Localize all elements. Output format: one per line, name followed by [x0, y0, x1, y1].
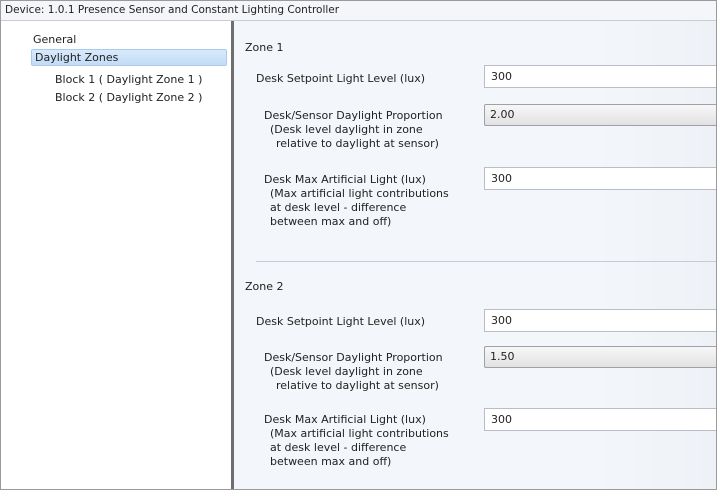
- zone-1-title: Zone 1: [245, 41, 284, 54]
- zone-2-proportion-title: Desk/Sensor Daylight Proportion: [264, 351, 443, 364]
- zone-1-proportion-label: Desk/Sensor Daylight Proportion (Desk le…: [264, 109, 443, 151]
- zone-2-max-light-label: Desk Max Artificial Light (lux) (Max art…: [264, 413, 449, 469]
- zone-2-max-light-desc-2: at desk level - difference: [270, 441, 407, 454]
- zone-1-max-light-desc-3: between max and off): [270, 215, 392, 228]
- app-window: Device: 1.0.1 Presence Sensor and Consta…: [0, 0, 717, 490]
- zone-1-max-light-title: Desk Max Artificial Light (lux): [264, 173, 426, 186]
- sidebar-item-daylight-zones[interactable]: Daylight Zones: [31, 49, 227, 66]
- zone-2-setpoint-label: Desk Setpoint Light Level (lux): [256, 315, 426, 328]
- zone-2-proportion-select[interactable]: 1.50: [484, 346, 716, 368]
- zone-1-setpoint-input[interactable]: 300: [484, 65, 716, 88]
- zone-1-max-light-input[interactable]: 300: [484, 167, 716, 190]
- zone-2-proportion-desc-1: (Desk level daylight in zone: [270, 365, 423, 378]
- zone-2-max-light-desc-1: (Max artificial light contributions: [270, 427, 449, 440]
- sidebar-item-block-1[interactable]: Block 1 ( Daylight Zone 1 ): [55, 72, 202, 88]
- parameter-panel: Zone 1 Desk Setpoint Light Level (lux) 3…: [234, 21, 716, 489]
- zone-1-max-light-desc-2: at desk level - difference: [270, 201, 407, 214]
- window-title: Device: 1.0.1 Presence Sensor and Consta…: [1, 1, 716, 21]
- zone-2-max-light-input[interactable]: 300: [484, 408, 716, 431]
- zone-2-setpoint-input[interactable]: 300: [484, 309, 716, 332]
- zone-2-proportion-desc-2: relative to daylight at sensor): [276, 379, 439, 392]
- zone-1-proportion-desc-2: relative to daylight at sensor): [276, 137, 439, 150]
- zone-2-proportion-label: Desk/Sensor Daylight Proportion (Desk le…: [264, 351, 443, 393]
- zone-2-max-light-title: Desk Max Artificial Light (lux): [264, 413, 426, 426]
- zone-1-max-light-label: Desk Max Artificial Light (lux) (Max art…: [264, 173, 449, 229]
- zone-1-setpoint-label: Desk Setpoint Light Level (lux): [256, 72, 426, 85]
- sidebar-tree: General Daylight Zones Block 1 ( Dayligh…: [1, 21, 231, 489]
- zone-1-proportion-desc-1: (Desk level daylight in zone: [270, 123, 423, 136]
- zone-2-max-light-desc-3: between max and off): [270, 455, 392, 468]
- zone-2-title: Zone 2: [245, 280, 284, 293]
- sidebar-item-general[interactable]: General: [33, 32, 76, 48]
- sidebar-item-block-2[interactable]: Block 2 ( Daylight Zone 2 ): [55, 90, 202, 106]
- zone-1-proportion-title: Desk/Sensor Daylight Proportion: [264, 109, 443, 122]
- zone-1-max-light-desc-1: (Max artificial light contributions: [270, 187, 449, 200]
- zone-1-proportion-select[interactable]: 2.00: [484, 104, 716, 126]
- zone-divider: [256, 261, 716, 262]
